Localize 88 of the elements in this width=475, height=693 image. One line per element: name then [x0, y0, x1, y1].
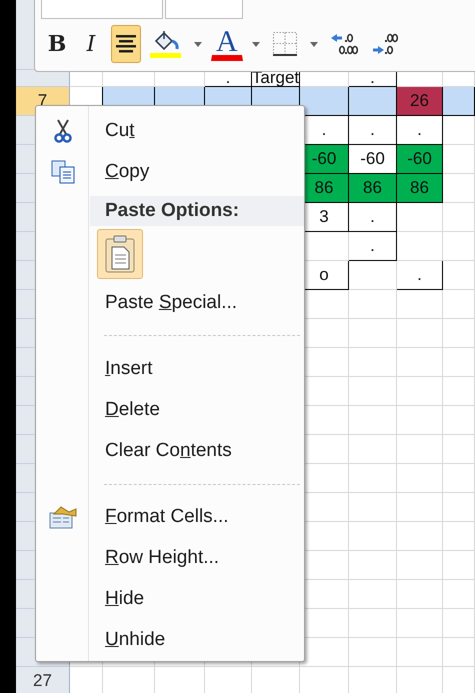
table-cell	[443, 638, 475, 667]
font-name-field[interactable]	[41, 0, 163, 19]
table-cell: 26	[397, 87, 443, 116]
bold-button[interactable]: B	[43, 25, 71, 63]
table-cell	[397, 522, 443, 551]
decimal-icon	[330, 31, 358, 57]
table-cell: 86	[397, 174, 443, 203]
table-cell	[349, 493, 397, 522]
table-cell	[443, 435, 475, 464]
table-cell	[443, 406, 475, 435]
borders-icon	[272, 31, 298, 57]
table-cell	[349, 319, 397, 348]
table-cell	[349, 464, 397, 493]
table-cell	[443, 261, 475, 290]
menu-item[interactable]: Clear Contents	[36, 430, 304, 472]
paint-bucket-icon	[150, 29, 182, 59]
table-cell	[443, 290, 475, 319]
table-cell	[349, 551, 397, 580]
table-cell	[443, 609, 475, 638]
format-cells-icon	[48, 505, 76, 530]
copy-icon	[50, 160, 74, 184]
table-cell	[397, 377, 443, 406]
table-cell: 86	[349, 174, 397, 203]
table-cell	[443, 522, 475, 551]
table-cell: .	[349, 232, 397, 261]
table-cell	[443, 87, 475, 116]
font-color-button[interactable]: A	[211, 27, 243, 61]
scissors-icon	[54, 118, 72, 143]
menu-item[interactable]: Insert	[36, 348, 304, 390]
table-cell: .	[349, 203, 397, 232]
table-cell	[443, 319, 475, 348]
menu-item[interactable]: Row Height...	[36, 538, 304, 579]
table-cell	[397, 464, 443, 493]
table-cell	[349, 406, 397, 435]
table-cell	[397, 232, 443, 261]
table-cell	[443, 464, 475, 493]
table-cell	[300, 87, 349, 116]
paste-options-heading: Paste Options:	[105, 200, 240, 222]
table-cell	[443, 551, 475, 580]
table-cell	[397, 290, 443, 319]
italic-button[interactable]: I	[77, 25, 105, 63]
table-cell	[397, 319, 443, 348]
table-cell	[349, 290, 397, 319]
table-cell: .	[397, 116, 443, 145]
table-cell	[443, 203, 475, 232]
table-cell	[443, 377, 475, 406]
menu-item[interactable]: Unhide	[36, 620, 304, 662]
table-cell	[443, 580, 475, 609]
table-cell	[397, 551, 443, 580]
table-cell	[397, 435, 443, 464]
caret-icon	[194, 42, 202, 46]
table-cell	[349, 435, 397, 464]
table-cell	[443, 116, 475, 145]
table-cell	[443, 232, 475, 261]
table-cell	[443, 174, 475, 203]
caret-icon	[252, 42, 260, 46]
table-cell	[397, 493, 443, 522]
clipboard-icon	[105, 235, 135, 274]
table-cell	[397, 203, 443, 232]
paste-button[interactable]	[97, 229, 143, 280]
table-cell	[397, 609, 443, 638]
table-cell	[349, 261, 397, 290]
table-cell	[397, 348, 443, 377]
caret-icon	[310, 42, 318, 46]
table-cell	[443, 493, 475, 522]
table-cell	[349, 348, 397, 377]
table-cell	[349, 87, 397, 116]
table-cell	[349, 638, 397, 667]
table-cell	[397, 638, 443, 667]
row-header[interactable]: 27	[16, 667, 70, 693]
menu-item[interactable]: Format Cells...	[36, 496, 304, 538]
menu-item[interactable]: Hide	[36, 578, 304, 620]
table-cell: .	[349, 116, 397, 145]
table-cell	[349, 522, 397, 551]
table-cell	[349, 377, 397, 406]
font-size-field[interactable]	[165, 0, 243, 19]
table-cell	[443, 348, 475, 377]
table-cell: -60	[397, 145, 443, 174]
table-cell	[397, 406, 443, 435]
menu-item[interactable]: Delete	[36, 389, 304, 430]
table-cell	[349, 580, 397, 609]
table-cell	[443, 145, 475, 174]
table-cell: -60	[349, 145, 397, 174]
align-center-icon	[114, 33, 138, 55]
table-cell: .	[397, 261, 443, 290]
center-align-button[interactable]	[111, 25, 141, 63]
table-cell	[349, 609, 397, 638]
table-cell	[397, 580, 443, 609]
